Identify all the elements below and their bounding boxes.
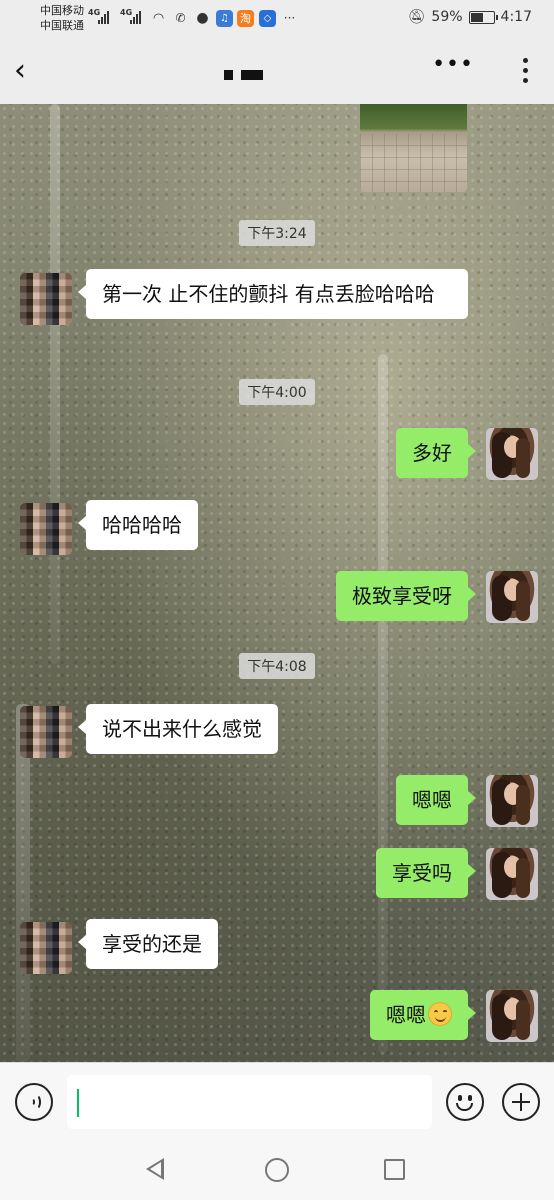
missed-call-icon: ✆ (175, 11, 186, 25)
message-text: 嗯嗯 (386, 1003, 426, 1027)
more-horizontal-icon: ••• (432, 52, 474, 77)
wifi-icon: ◠ (152, 11, 165, 26)
chat-area[interactable]: 下午3:24 第一次 止不住的颤抖 有点丢脸哈哈哈 下午4:00 多好 哈哈哈哈… (0, 104, 554, 1062)
my-avatar[interactable] (486, 848, 538, 900)
circle-home-icon[interactable] (265, 1158, 289, 1182)
message-bubble-outgoing[interactable]: 嗯嗯 (370, 990, 476, 1040)
taobao-icon: 淘 (237, 10, 254, 27)
message-bubble-outgoing[interactable]: 多好 (396, 428, 476, 478)
message-bubble-incoming[interactable]: 第一次 止不住的颤抖 有点丢脸哈哈哈 (78, 269, 468, 319)
timestamp: 下午4:00 (0, 379, 554, 405)
my-avatar[interactable] (486, 990, 538, 1042)
plus-button[interactable] (502, 1083, 540, 1121)
contact-avatar[interactable] (20, 503, 72, 555)
app-icon-blue: ◇ (259, 10, 276, 27)
chat-title (224, 70, 263, 80)
timestamp: 下午3:24 (0, 220, 554, 246)
clock: 4:17 (500, 9, 532, 25)
smiling-face-icon (428, 1002, 452, 1026)
message-bubble-outgoing[interactable]: 享受吗 (376, 848, 476, 898)
contact-avatar[interactable] (20, 706, 72, 758)
more-notifications-icon: ··· (283, 11, 296, 25)
signal-icon (98, 10, 109, 24)
my-avatar[interactable] (486, 775, 538, 827)
carrier-labels: 中国移动 中国联通 (40, 3, 84, 33)
carrier-2: 中国联通 (40, 19, 84, 32)
chevron-left-icon: ‹ (14, 53, 26, 88)
battery-percent: 59% (431, 9, 463, 25)
triangle-back-icon[interactable] (146, 1158, 164, 1180)
message-bubble-incoming[interactable]: 说不出来什么感觉 (78, 704, 278, 754)
emoji-button[interactable] (446, 1083, 484, 1121)
timestamp: 下午4:08 (0, 653, 554, 679)
my-avatar[interactable] (486, 571, 538, 623)
menu-button[interactable] (523, 58, 528, 83)
back-button[interactable]: ‹ (14, 54, 44, 88)
text-caret (77, 1089, 79, 1117)
background-rain-texture (0, 104, 554, 1062)
message-bubble-incoming[interactable]: 哈哈哈哈 (78, 500, 198, 550)
music-app-icon: ♫ (216, 10, 233, 27)
more-options-button[interactable]: ••• (432, 52, 474, 77)
message-bubble-incoming[interactable]: 享受的还是 (78, 919, 218, 969)
my-avatar[interactable] (486, 428, 538, 480)
input-bar (0, 1062, 554, 1142)
message-bubble-outgoing[interactable]: 嗯嗯 (396, 775, 476, 825)
mute-icon: 🔕︎ (407, 9, 426, 25)
battery-icon (468, 10, 498, 24)
contact-avatar[interactable] (20, 273, 72, 325)
square-recent-icon[interactable] (384, 1159, 405, 1180)
message-input[interactable] (67, 1075, 432, 1129)
more-vertical-icon (523, 58, 528, 63)
carrier-1: 中国移动 (40, 4, 84, 17)
background-streak (378, 354, 388, 1054)
emoji-icon (458, 1095, 462, 1101)
status-bar: 中国移动 中国联通 4G 4G ◠ ✆ ● ♫ 淘 ◇ ··· 🔕︎ 59% 4… (0, 0, 554, 40)
voice-button[interactable] (15, 1083, 53, 1121)
system-nav-bar (0, 1142, 554, 1200)
contact-avatar[interactable] (20, 922, 72, 974)
message-bubble-outgoing[interactable]: 极致享受呀 (336, 571, 476, 621)
qq-icon: ● (196, 10, 209, 26)
status-right: 🔕︎ 59% 4:17 (408, 9, 532, 25)
image-message[interactable] (360, 104, 467, 192)
signal-icon-2 (130, 10, 141, 24)
chat-header: ‹ ••• (0, 40, 554, 104)
